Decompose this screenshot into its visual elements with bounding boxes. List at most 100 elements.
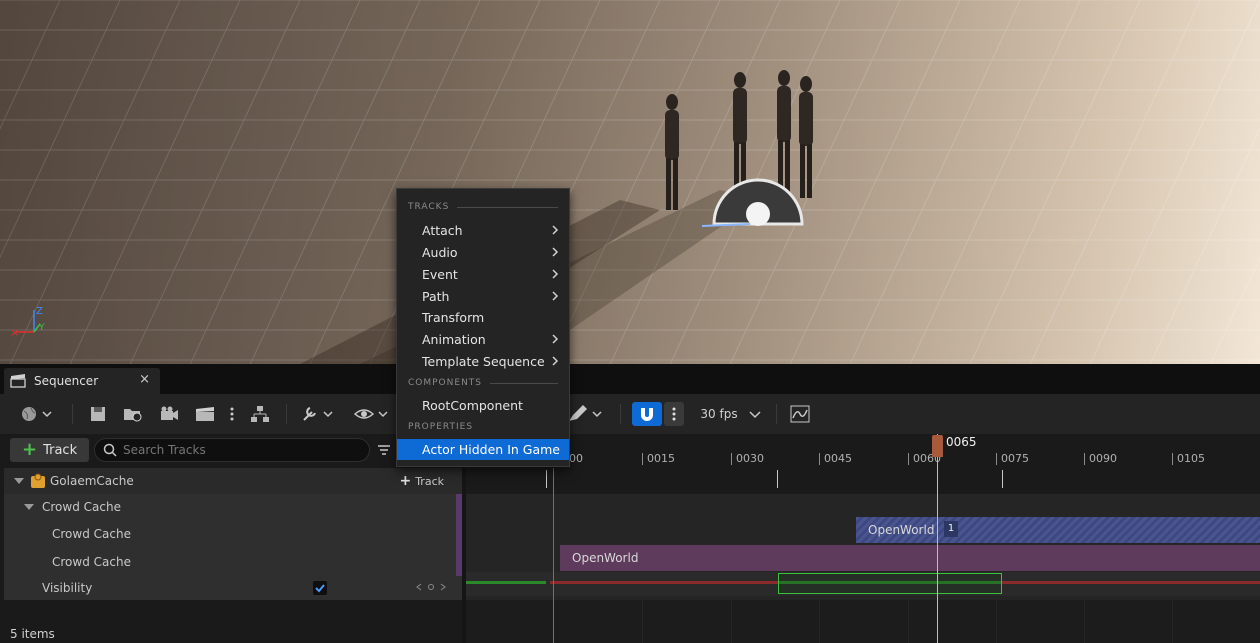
key-navigation[interactable]: [416, 582, 446, 592]
collapse-caret-icon[interactable]: [14, 478, 24, 484]
keyframe-marker[interactable]: [1002, 470, 1003, 488]
section-label: OpenWorld: [572, 551, 639, 565]
menu-item-label: Attach: [422, 223, 463, 238]
eye-icon: [353, 409, 388, 419]
save-icon: [91, 407, 105, 421]
tab-sequencer[interactable]: Sequencer ×: [4, 368, 160, 394]
search-tracks-box[interactable]: [94, 438, 370, 462]
plus-icon: +: [399, 473, 412, 489]
submenu-arrow-icon: [552, 291, 559, 301]
menu-item-path[interactable]: Path: [397, 286, 569, 307]
track-row-visibility[interactable]: Visibility: [4, 576, 462, 600]
plus-icon: +: [22, 439, 38, 460]
save-button[interactable]: [86, 402, 110, 426]
more-options-button[interactable]: [226, 402, 238, 426]
render-movie-button[interactable]: [156, 402, 182, 426]
curve-editor-button[interactable]: [788, 402, 812, 426]
collapse-caret-icon[interactable]: [24, 504, 34, 510]
timeline-area[interactable]: 00 0015 0030 0045 0060 0075 0090 0105 Op…: [466, 434, 1260, 643]
menu-item-transform[interactable]: Transform: [397, 307, 569, 328]
svg-text:Z: Z: [36, 306, 43, 317]
playhead-handle[interactable]: [932, 435, 943, 457]
snap-options-button[interactable]: [664, 402, 684, 426]
openworld-section[interactable]: OpenWorld: [560, 545, 1260, 571]
track-row-crowd-cache-section[interactable]: Crowd Cache: [4, 520, 462, 548]
menu-item-audio[interactable]: Audio: [397, 242, 569, 263]
search-icon: [103, 443, 117, 457]
world-settings-button[interactable]: [16, 402, 56, 426]
add-track-context-menu: TRACKS Attach Audio Event Path Transform…: [396, 188, 570, 467]
framerate-dropdown[interactable]: 30 fps: [700, 402, 762, 426]
menu-item-label: Actor Hidden In Game: [422, 442, 560, 457]
tick-label: 0045: [819, 453, 852, 465]
track-label: Visibility: [42, 581, 93, 595]
track-row-crowd-cache[interactable]: Crowd Cache: [4, 494, 462, 520]
submenu-arrow-icon: [552, 247, 559, 257]
camera-cut-button[interactable]: [192, 402, 218, 426]
menu-item-attach[interactable]: Attach: [397, 220, 569, 241]
menu-header-label: COMPONENTS: [408, 378, 483, 388]
level-viewport[interactable]: Z × Y: [0, 0, 1260, 364]
svg-text:Y: Y: [38, 323, 45, 333]
menu-item-event[interactable]: Event: [397, 264, 569, 285]
key-edit-button[interactable]: [566, 402, 606, 426]
close-tab-icon[interactable]: ×: [139, 372, 150, 387]
tools-button[interactable]: [298, 402, 338, 426]
menu-item-label: Animation: [422, 332, 486, 347]
key-nav-icon: [416, 583, 446, 591]
sequencer-toolbar: 30 fps: [0, 394, 1260, 434]
track-label: GolaemCache: [50, 474, 134, 488]
menu-item-rootcomponent[interactable]: RootComponent: [397, 395, 569, 416]
menu-item-label: Path: [422, 289, 450, 304]
time-ruler[interactable]: 00 0015 0030 0045 0060 0075 0090 0105: [466, 434, 1260, 468]
crowd-character[interactable]: [658, 94, 686, 214]
search-input[interactable]: [123, 443, 363, 457]
openworld-section[interactable]: OpenWorld 1: [856, 517, 1260, 543]
tick-label: 0030: [731, 453, 764, 465]
add-track-button[interactable]: + Track: [10, 438, 89, 462]
view-options-button[interactable]: [352, 402, 392, 426]
globe-icon: [22, 407, 52, 421]
menu-header-label: PROPERTIES: [408, 422, 474, 432]
snap-toggle-button[interactable]: [632, 402, 662, 426]
submenu-arrow-icon: [552, 356, 559, 366]
clapperboard-icon: [196, 407, 214, 421]
track-color-strip: [456, 520, 462, 548]
visibility-checkbox[interactable]: [313, 581, 327, 595]
menu-item-label: RootComponent: [422, 398, 523, 413]
menu-header-label: TRACKS: [408, 202, 450, 212]
framerate-label: 30 fps: [700, 407, 738, 421]
clapperboard-icon: [10, 374, 26, 388]
menu-item-label: Transform: [422, 310, 485, 325]
track-label: Crowd Cache: [42, 500, 121, 514]
visibility-on-bar: [466, 581, 546, 584]
menu-item-animation[interactable]: Animation: [397, 329, 569, 350]
playback-start-marker[interactable]: [553, 468, 554, 643]
actor-icon: [31, 473, 45, 488]
sky-light-gizmo-icon[interactable]: [700, 170, 804, 230]
menu-section-header: PROPERTIES: [408, 422, 558, 432]
track-row-crowd-cache-section[interactable]: Crowd Cache: [4, 548, 462, 576]
actions-button[interactable]: [246, 402, 274, 426]
track-color-strip: [456, 548, 462, 576]
axis-gizmo-icon: Z × Y: [10, 306, 45, 339]
magnet-icon: [641, 408, 653, 421]
section-badge: 1: [944, 521, 958, 537]
track-row-golaemcache[interactable]: GolaemCache + Track: [4, 468, 462, 494]
menu-item-actor-hidden-in-game[interactable]: Actor Hidden In Game: [397, 439, 569, 460]
keyframe-marker[interactable]: [777, 470, 778, 488]
track-outliner: + Track GolaemCache + Track Crowd Cache …: [0, 434, 462, 643]
submenu-arrow-icon: [552, 225, 559, 235]
menu-item-template-sequence[interactable]: Template Sequence: [397, 351, 569, 372]
filter-icon[interactable]: [376, 442, 392, 458]
add-subtrack-button[interactable]: + Track: [399, 473, 444, 489]
track-label: Crowd Cache: [52, 527, 131, 541]
menu-item-label: Event: [422, 267, 458, 282]
visibility-selected-section[interactable]: [778, 573, 1002, 594]
keyframe-marker[interactable]: [546, 470, 547, 488]
visibility-off-bar: [550, 581, 778, 584]
browse-button[interactable]: [120, 402, 146, 426]
tick-label: 0090: [1084, 453, 1117, 465]
item-count-status: 5 items: [10, 627, 55, 641]
playhead-frame-label: 0065: [946, 435, 977, 449]
